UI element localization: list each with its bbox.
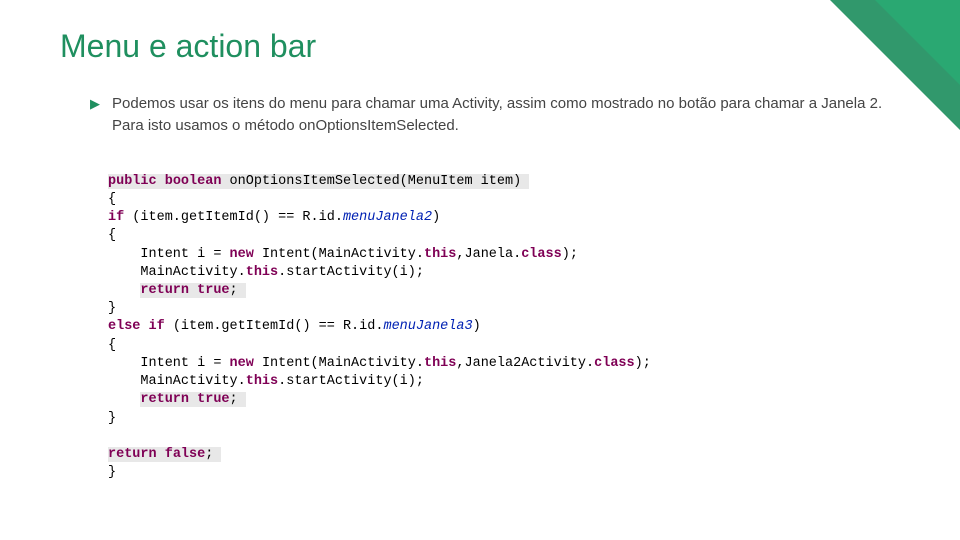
code-text: ; [205,447,221,462]
code-kw: boolean [165,174,222,189]
code-text: ) [432,210,440,225]
code-kw: else [108,319,140,334]
code-text: ,Janela. [456,247,521,262]
code-text: ) [473,319,481,334]
code-kw: if [149,319,165,334]
code-text: ; [230,392,246,407]
code-kw: return [140,392,189,407]
code-text: (item.getItemId() == R.id. [165,319,384,334]
code-kw: if [108,210,124,225]
code-text: .startActivity(i); [278,265,424,280]
code-kw: true [197,283,229,298]
code-text: MainActivity. [108,265,246,280]
code-text: ; [230,283,246,298]
code-text: { [108,228,116,243]
code-text: Intent(MainActivity. [254,356,424,371]
code-text [157,447,165,462]
code-text: } [108,465,116,480]
code-text [108,392,140,407]
code-text [140,319,148,334]
code-text: } [108,301,116,316]
code-text [108,283,140,298]
code-text: Intent i = [108,356,230,371]
slide-title: Menu e action bar [60,28,900,65]
code-kw: this [424,247,456,262]
code-kw: true [197,392,229,407]
code-text: onOptionsItemSelected(MenuItem item) [221,174,529,189]
code-text [157,174,165,189]
code-kw: this [246,265,278,280]
bullet-icon: ▶ [90,95,100,114]
code-kw: return [140,283,189,298]
code-text [189,283,197,298]
code-text: } [108,411,116,426]
code-text: ); [635,356,651,371]
code-field: menuJanela2 [343,210,432,225]
code-kw: false [165,447,206,462]
code-text: { [108,192,116,207]
code-text: ,Janela2Activity. [456,356,594,371]
code-text: MainActivity. [108,374,246,389]
code-text: .startActivity(i); [278,374,424,389]
code-kw: public [108,174,157,189]
code-text: { [108,338,116,353]
code-kw: class [594,356,635,371]
code-kw: this [424,356,456,371]
code-text: Intent(MainActivity. [254,247,424,262]
code-text: Intent i = [108,247,230,262]
code-block: public boolean onOptionsItemSelected(Men… [108,155,900,483]
code-text [189,392,197,407]
code-kw: new [230,247,254,262]
code-text: (item.getItemId() == R.id. [124,210,343,225]
bullet-text: Podemos usar os itens do menu para chama… [112,93,900,137]
corner-accent-inner [875,0,960,85]
code-kw: return [108,447,157,462]
code-kw: class [521,247,562,262]
code-kw: new [230,356,254,371]
code-field: menuJanela3 [383,319,472,334]
code-text: ); [562,247,578,262]
bullet-item: ▶ Podemos usar os itens do menu para cha… [90,93,900,137]
code-kw: this [246,374,278,389]
